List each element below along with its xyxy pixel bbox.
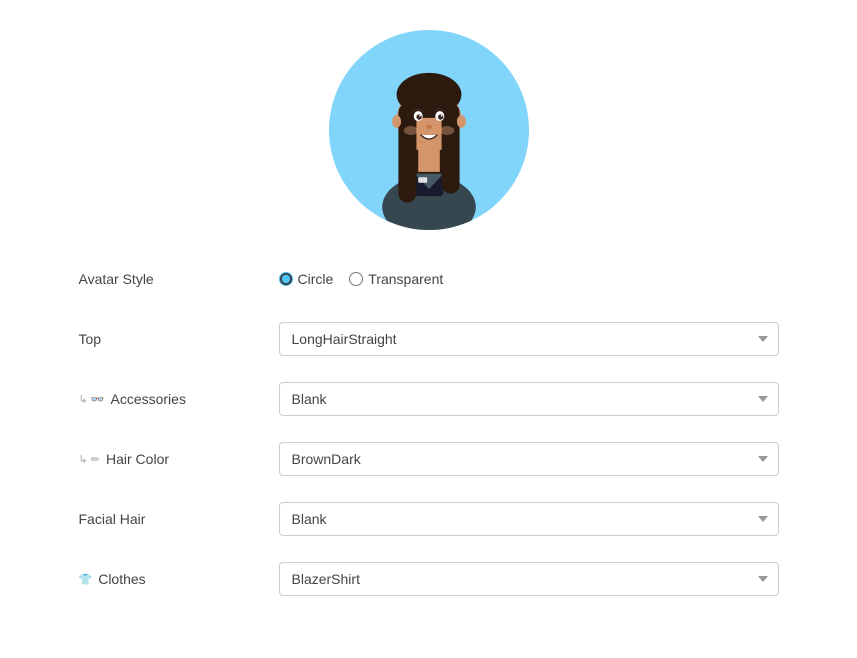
accessories-control: Blank Kurt Prescription01 Prescription02… — [279, 382, 779, 416]
hair-color-control: BrownDark Auburn Black Blonde BlondeGold… — [279, 442, 779, 476]
page: Avatar Style Circle Transparent Top — [0, 0, 857, 658]
accessories-select[interactable]: Blank Kurt Prescription01 Prescription02… — [279, 382, 779, 416]
top-control: LongHairStraight LongHairBob ShortHairSh… — [279, 322, 779, 356]
avatar-container — [329, 30, 529, 230]
avatar-style-label: Avatar Style — [79, 271, 279, 287]
accessories-row: ↳ 👓 Accessories Blank Kurt Prescription0… — [79, 378, 779, 420]
avatar-style-radio-group: Circle Transparent — [279, 271, 779, 287]
clothes-select[interactable]: BlazerShirt BlazerSweater CollarSweater … — [279, 562, 779, 596]
avatar-circle — [329, 30, 529, 230]
top-label: Top — [79, 331, 279, 347]
clothes-control: BlazerShirt BlazerSweater CollarSweater … — [279, 562, 779, 596]
facial-hair-control: Blank BeardLight BeardMagestic BeardMedi… — [279, 502, 779, 536]
clothes-label: 👕 Clothes — [79, 571, 279, 587]
radio-circle[interactable] — [279, 272, 293, 286]
avatar-svg — [339, 40, 519, 230]
facial-hair-select[interactable]: Blank BeardLight BeardMagestic BeardMedi… — [279, 502, 779, 536]
radio-transparent-label[interactable]: Transparent — [349, 271, 443, 287]
form-area: Avatar Style Circle Transparent Top — [79, 258, 779, 618]
facial-hair-label: Facial Hair — [79, 511, 279, 527]
clothes-row: 👕 Clothes BlazerShirt BlazerSweater Coll… — [79, 558, 779, 600]
hair-color-label: ↳ ✏ Hair Color — [79, 451, 279, 467]
hair-color-indent-icon: ↳ ✏ — [79, 453, 101, 466]
hair-color-select[interactable]: BrownDark Auburn Black Blonde BlondeGold… — [279, 442, 779, 476]
facial-hair-row: Facial Hair Blank BeardLight BeardMagest… — [79, 498, 779, 540]
avatar-style-control: Circle Transparent — [279, 271, 779, 287]
radio-transparent[interactable] — [349, 272, 363, 286]
top-select[interactable]: LongHairStraight LongHairBob ShortHairSh… — [279, 322, 779, 356]
hair-color-row: ↳ ✏ Hair Color BrownDark Auburn Black Bl… — [79, 438, 779, 480]
accessories-indent-icon: ↳ 👓 — [79, 393, 105, 406]
avatar-style-row: Avatar Style Circle Transparent — [79, 258, 779, 300]
accessories-label: ↳ 👓 Accessories — [79, 391, 279, 407]
top-row: Top LongHairStraight LongHairBob ShortHa… — [79, 318, 779, 360]
radio-circle-label[interactable]: Circle — [279, 271, 334, 287]
clothes-indent-icon: 👕 — [79, 573, 93, 586]
